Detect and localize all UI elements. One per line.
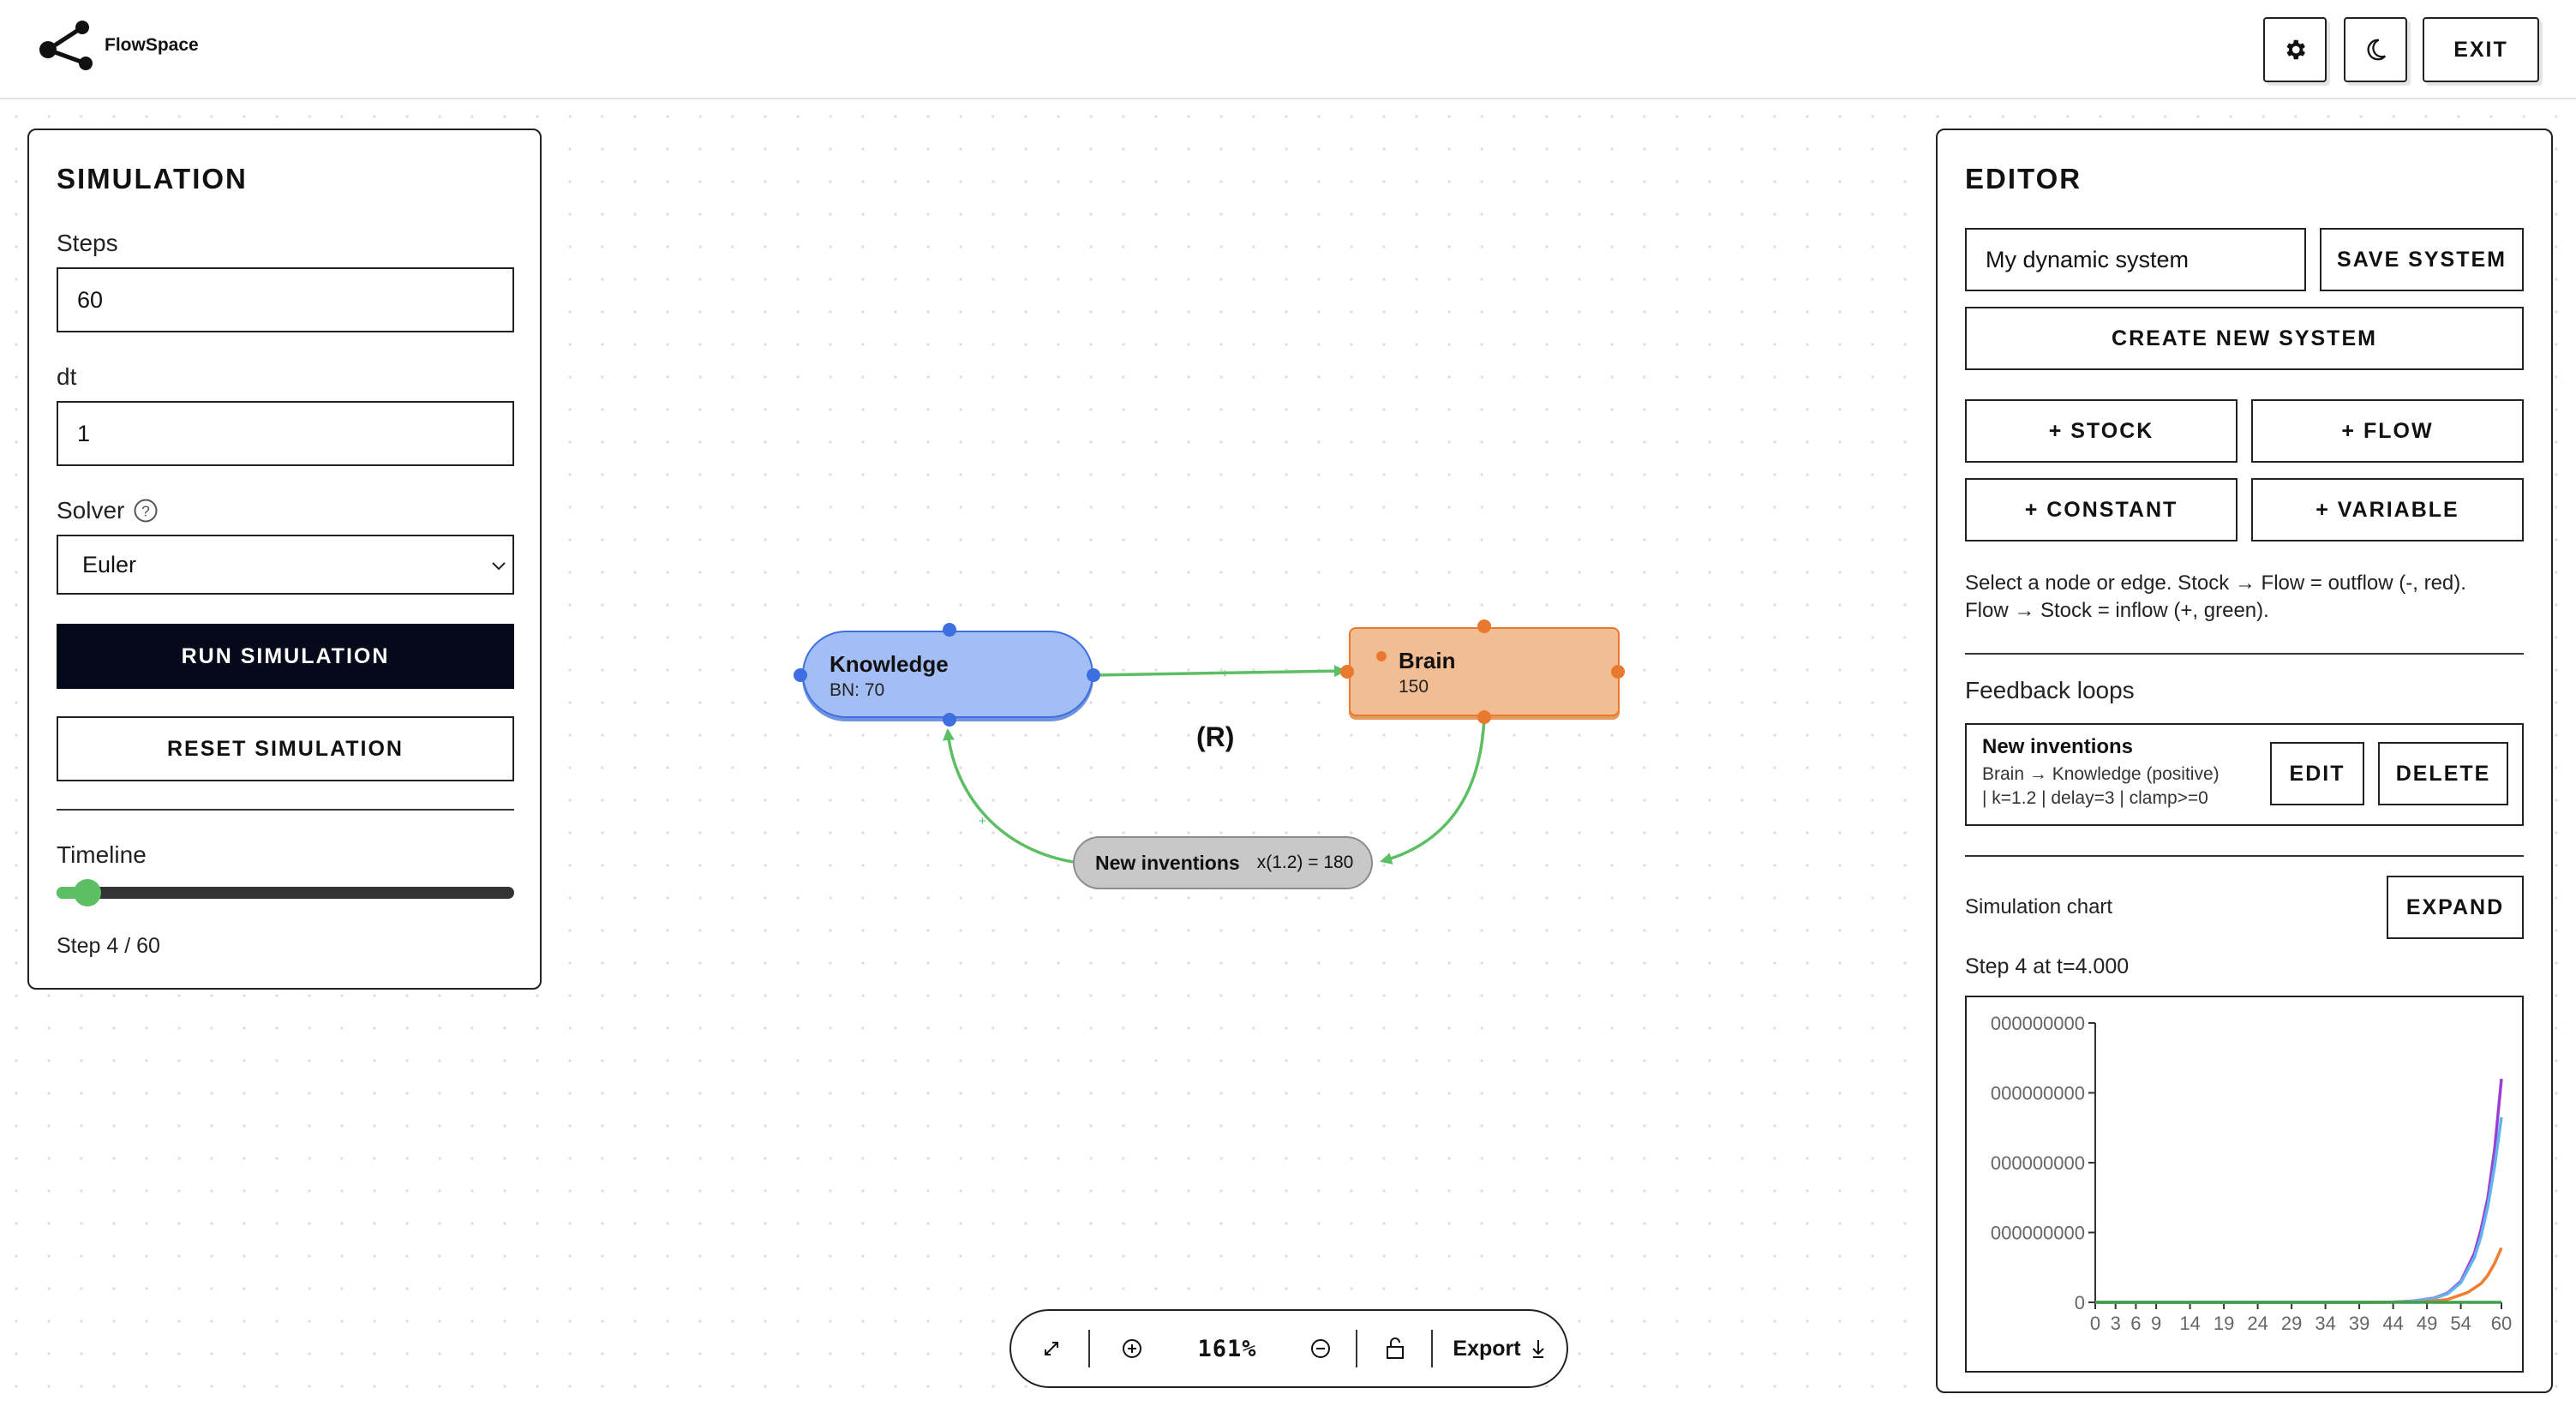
connection-handle[interactable]	[1611, 665, 1625, 679]
x-tick-label: 44	[2382, 1313, 2403, 1334]
connection-handle[interactable]	[1477, 619, 1491, 633]
loop-parameters: | k=1.2 | delay=3 | clamp>=0	[1982, 788, 2208, 808]
separator	[1431, 1330, 1433, 1367]
y-tick-label: 000000000	[1991, 1223, 2085, 1244]
edge-sign: +	[1221, 667, 1229, 681]
add-constant-button[interactable]: + CONSTANT	[1965, 478, 2238, 541]
chart-step-label: Step 4 at t=4.000	[1965, 954, 2130, 978]
add-flow-button[interactable]: + FLOW	[2251, 399, 2524, 463]
unlock-icon	[1387, 1337, 1404, 1359]
delete-loop-button[interactable]: DELETE	[2378, 742, 2508, 805]
loop-label: (R)	[1196, 721, 1235, 752]
stock-dot	[1376, 651, 1387, 661]
y-tick-label: 0	[2075, 1292, 2085, 1313]
edit-loop-button[interactable]: EDIT	[2270, 742, 2364, 805]
x-tick-label: 49	[2417, 1313, 2437, 1334]
connection-handle[interactable]	[943, 713, 956, 727]
add-variable-button[interactable]: + VARIABLE	[2251, 478, 2524, 541]
export-label: Export	[1453, 1336, 1521, 1361]
loop-detail: Brain → Knowledge (positive)	[1982, 764, 2220, 784]
node-brain[interactable]: Brain 150	[1349, 627, 1620, 716]
connection-handle[interactable]	[1477, 710, 1491, 724]
series-line	[2095, 1116, 2503, 1304]
x-tick-label: 34	[2315, 1313, 2335, 1334]
feedback-loops-title: Feedback loops	[1965, 677, 2135, 703]
x-tick-label: 24	[2247, 1313, 2267, 1334]
loop-name: New inventions	[1982, 735, 2134, 758]
connection-handle[interactable]	[1087, 668, 1100, 682]
x-tick-label: 29	[2281, 1313, 2302, 1334]
create-new-system-button[interactable]: CREATE NEW SYSTEM	[1965, 307, 2524, 370]
zoom-out-icon	[1311, 1339, 1330, 1358]
y-tick-label: 000000000	[1991, 1152, 2085, 1174]
separator	[1356, 1330, 1357, 1367]
node-subtitle: x(1.2) = 180	[1256, 853, 1354, 872]
expand-arrows-icon	[1045, 1342, 1058, 1355]
edge-sign: +	[979, 814, 986, 829]
y-tick-label: 000000000	[1991, 1083, 2085, 1104]
node-title: Brain	[1399, 648, 1456, 673]
edge-brain-inventions[interactable]	[1380, 716, 1486, 865]
add-stock-button[interactable]: + STOCK	[1965, 399, 2238, 463]
divider	[1965, 855, 2524, 857]
x-tick-label: 60	[2491, 1313, 2512, 1334]
separator	[1088, 1330, 1090, 1367]
node-subtitle: BN: 70	[830, 680, 885, 700]
y-tick-label: 000000000	[1991, 1013, 2085, 1034]
editor-title: EDITOR	[1965, 163, 2082, 194]
edge-inventions-knowledge[interactable]	[943, 728, 1074, 864]
x-tick-label: 6	[2130, 1313, 2141, 1334]
zoom-in-button[interactable]	[1107, 1311, 1157, 1386]
node-title: Knowledge	[830, 651, 949, 677]
canvas-toolbar: 161% Export	[1009, 1309, 1568, 1388]
editor-panel: EDITOR My dynamic system SAVE SYSTEM CRE…	[1936, 129, 2553, 1393]
simulation-chart: 0 000000000 000000000 000000000 000000000 0 3 6…	[1965, 996, 2524, 1373]
x-tick-label: 9	[2151, 1313, 2161, 1334]
simulation-chart-label: Simulation chart	[1965, 895, 2113, 918]
edge-knowledge-brain[interactable]	[1093, 665, 1346, 678]
node-new-inventions[interactable]: New inventions x(1.2) = 180	[1073, 836, 1373, 889]
expand-chart-button[interactable]: EXPAND	[2387, 876, 2524, 939]
node-title: New inventions	[1095, 851, 1240, 874]
help-text-line-2: Flow → Stock = inflow (+, green).	[1965, 599, 2269, 622]
x-tick-label: 14	[2179, 1313, 2200, 1334]
zoom-out-button[interactable]	[1296, 1311, 1345, 1386]
system-name-input[interactable]: My dynamic system	[1965, 228, 2306, 291]
zoom-in-icon	[1123, 1339, 1141, 1358]
node-knowledge[interactable]: Knowledge BN: 70	[802, 631, 1093, 718]
help-text-line-1: Select a node or edge. Stock → Flow = ou…	[1965, 571, 2466, 595]
connection-handle[interactable]	[943, 623, 956, 637]
connection-handle[interactable]	[794, 668, 807, 682]
x-tick-label: 39	[2349, 1313, 2369, 1334]
series-line	[2095, 1079, 2503, 1304]
feedback-loop-card: New inventions Brain → Knowledge (positi…	[1965, 723, 2524, 826]
zoom-level: 161%	[1197, 1335, 1257, 1362]
chart-svg: 00000000000000000000000000000000000000 3 6…	[1991, 1013, 2512, 1334]
x-tick-label: 19	[2214, 1313, 2234, 1334]
x-tick-label: 0	[2090, 1313, 2100, 1334]
x-tick-label: 3	[2111, 1313, 2121, 1334]
fit-view-button[interactable]	[1027, 1311, 1076, 1386]
lock-button[interactable]	[1371, 1311, 1419, 1386]
connection-handle[interactable]	[1340, 665, 1354, 679]
export-button[interactable]: Export	[1440, 1311, 1560, 1386]
download-icon	[1531, 1340, 1544, 1358]
save-system-button[interactable]: SAVE SYSTEM	[2320, 228, 2524, 291]
node-subtitle: 150	[1399, 677, 1429, 697]
divider	[1965, 653, 2524, 655]
x-tick-label: 54	[2450, 1313, 2471, 1334]
